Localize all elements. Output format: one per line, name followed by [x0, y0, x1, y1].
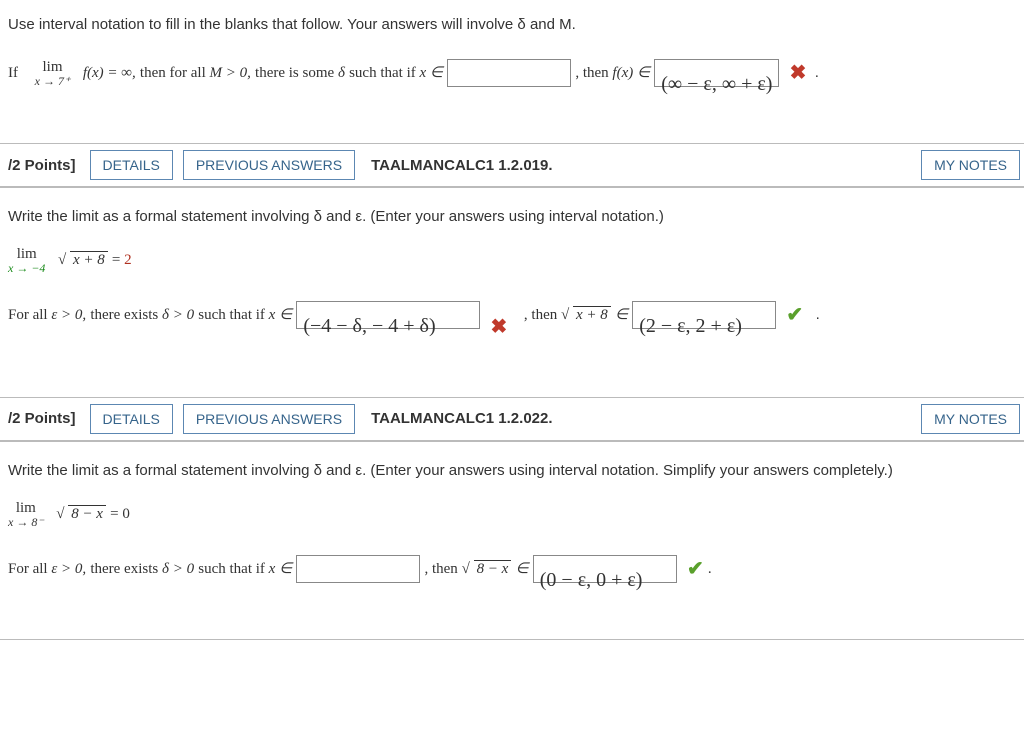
question-ref: TAALMANCALC1 1.2.019. — [365, 157, 558, 174]
question-1: Use interval notation to fill in the bla… — [0, 0, 1024, 143]
rhs: 0 — [122, 506, 130, 522]
eps-gt-0: ε > 0, — [51, 561, 86, 577]
q2-limit: lim x → −4 x + 8 = 2 — [6, 235, 1018, 285]
eq: = — [110, 506, 122, 522]
check-icon: ✔ — [681, 558, 704, 580]
x-in: x ∈ — [269, 561, 292, 577]
forall: For all — [8, 307, 51, 323]
question-2: Write the limit as a formal statement in… — [0, 187, 1024, 397]
q1-statement: If lim x → 7⁺ f(x) = ∞, then for all M >… — [6, 43, 1018, 103]
previous-answers-button[interactable]: PREVIOUS ANSWERS — [183, 150, 355, 180]
lim-label: lim — [35, 60, 71, 75]
in-sym: ∈ — [516, 561, 529, 577]
previous-answers-button[interactable]: PREVIOUS ANSWERS — [183, 404, 355, 434]
x-in: x ∈ — [420, 65, 443, 81]
lim-label: lim — [8, 501, 44, 516]
question-ref: TAALMANCALC1 1.2.022. — [365, 410, 558, 427]
delta-sym: δ — [338, 65, 345, 81]
radicand: x + 8 — [70, 251, 108, 268]
wrong-icon: ✖ — [484, 316, 507, 338]
lim-fx: f(x) = ∞, — [83, 65, 136, 81]
q3-answer-1[interactable] — [296, 555, 420, 583]
limit-expr: lim x → −4 — [8, 247, 45, 274]
such-that: such that if — [198, 307, 268, 323]
eq: = — [112, 252, 124, 268]
check-icon: ✔ — [780, 304, 803, 326]
q3-statement: For all ε > 0, there exists δ > 0 such t… — [6, 539, 1018, 599]
limit-expr: lim x → 8⁻ — [8, 501, 44, 528]
points-label: /2 Points] — [4, 157, 80, 174]
lim-sub: x → 8⁻ — [8, 516, 44, 528]
question-3-header: /2 Points] DETAILS PREVIOUS ANSWERS TAAL… — [0, 397, 1024, 441]
comma-then: , then — [524, 307, 561, 323]
details-button[interactable]: DETAILS — [90, 150, 173, 180]
x-in: x ∈ — [269, 307, 292, 323]
q3-answer-2[interactable]: (0 − ε, 0 + ε) — [533, 555, 677, 583]
fx-in: f(x) ∈ — [612, 65, 650, 81]
q3-instruction: Write the limit as a formal statement in… — [6, 456, 1018, 489]
details-button[interactable]: DETAILS — [90, 404, 173, 434]
if-label: If — [8, 65, 18, 81]
such-that: such that if — [198, 561, 268, 577]
txt-thenforall: then for all — [140, 65, 210, 81]
q2-answer-2[interactable]: (2 − ε, 2 + ε) — [632, 301, 776, 329]
q2-statement: For all ε > 0, there exists δ > 0 such t… — [6, 285, 1018, 357]
radicand2: x + 8 — [573, 306, 611, 323]
eps-gt-0: ε > 0, — [51, 307, 86, 323]
question-2-header: /2 Points] DETAILS PREVIOUS ANSWERS TAAL… — [0, 143, 1024, 187]
comma-then: , then — [424, 561, 461, 577]
sqrt-expr-2: 8 − x — [462, 553, 512, 586]
question-3: Write the limit as a formal statement in… — [0, 441, 1024, 639]
radicand: 8 − x — [68, 505, 106, 522]
txt-thereis: there is some — [255, 65, 338, 81]
radicand2: 8 − x — [474, 560, 512, 577]
delta-gt-0: δ > 0 — [162, 307, 194, 323]
q1-instruction: Use interval notation to fill in the bla… — [6, 10, 1018, 43]
sqrt-expr: 8 − x — [56, 498, 106, 531]
in-sym: ∈ — [615, 307, 628, 323]
bottom-border — [0, 639, 1024, 640]
comma-then: , then — [575, 65, 612, 81]
period: . — [708, 561, 712, 577]
my-notes-button[interactable]: MY NOTES — [921, 150, 1020, 180]
q1-answer-1[interactable] — [447, 59, 571, 87]
my-notes-button[interactable]: MY NOTES — [921, 404, 1020, 434]
q1-answer-2[interactable]: (∞ − ε, ∞ + ε) — [654, 59, 779, 87]
there-exists: there exists — [90, 307, 162, 323]
m-gt-0: M > 0, — [209, 65, 250, 81]
sqrt-expr: x + 8 — [58, 244, 108, 277]
sqrt-expr-2: x + 8 — [561, 299, 611, 332]
q3-limit: lim x → 8⁻ 8 − x = 0 — [6, 489, 1018, 539]
lim-sub: x → 7⁺ — [35, 75, 71, 87]
rhs: 2 — [124, 252, 132, 268]
q2-instruction: Write the limit as a formal statement in… — [6, 202, 1018, 235]
limit-expr: lim x → 7⁺ — [35, 60, 71, 87]
there-exists: there exists — [90, 561, 162, 577]
points-label: /2 Points] — [4, 410, 80, 427]
delta-gt-0: δ > 0 — [162, 561, 194, 577]
q2-answer-1[interactable]: (−4 − δ, − 4 + δ) — [296, 301, 480, 329]
lim-sub: x → −4 — [8, 262, 45, 274]
wrong-icon: ✖ — [784, 62, 807, 84]
forall: For all — [8, 561, 51, 577]
lim-label: lim — [8, 247, 45, 262]
txt-suchthat: such that if — [349, 65, 419, 81]
